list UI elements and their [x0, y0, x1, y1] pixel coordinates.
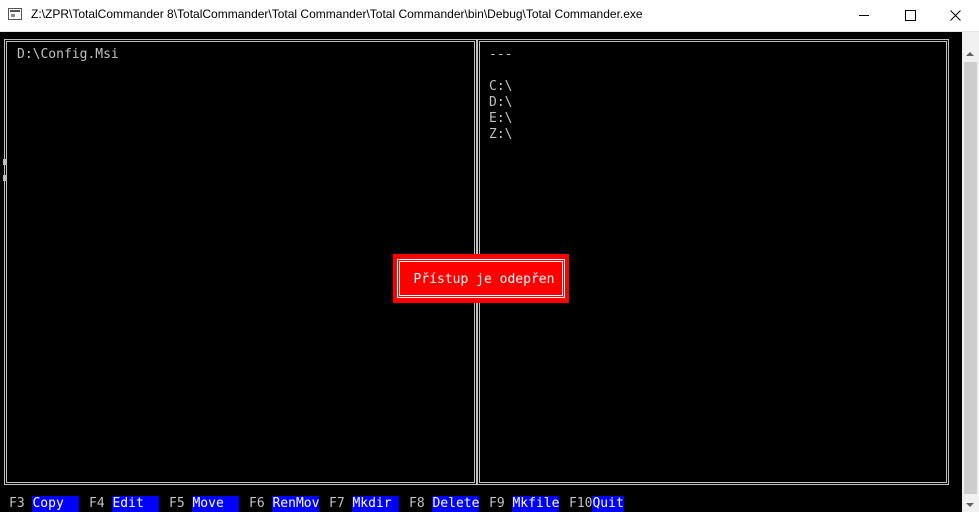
- console-app-icon: [8, 8, 22, 20]
- fkey-number: F8: [409, 496, 425, 511]
- fkey-label-delete[interactable]: Delete: [432, 496, 480, 512]
- fkey-number: F6: [249, 496, 265, 511]
- fkey-number: F9: [489, 496, 505, 511]
- drive-item-e[interactable]: E:\: [489, 111, 512, 127]
- fkey-f10[interactable]: F10Quit: [569, 496, 624, 512]
- scroll-down-arrow-icon[interactable]: [966, 503, 974, 507]
- scrollbar-thumb[interactable]: [964, 62, 977, 494]
- scroll-up-arrow-icon[interactable]: [966, 52, 974, 56]
- drive-item-c[interactable]: C:\: [489, 79, 512, 95]
- left-panel-marker: [3, 175, 6, 181]
- vertical-scrollbar[interactable]: [962, 32, 979, 512]
- minimize-button[interactable]: [841, 0, 887, 31]
- maximize-button[interactable]: [887, 0, 933, 31]
- fkey-f8[interactable]: F8 Delete: [409, 496, 480, 512]
- title-bar[interactable]: Z:\ZPR\TotalCommander 8\TotalCommander\T…: [0, 0, 979, 32]
- fkey-number: F10: [569, 496, 593, 511]
- left-panel-marker: [3, 159, 6, 165]
- error-dialog: Přístup je odepřen: [393, 254, 569, 303]
- console-area[interactable]: D:\Config.Msi --- C:\ D:\ E:\ Z:\ Přístu…: [0, 32, 962, 512]
- fkey-number: F4: [89, 496, 105, 511]
- fkey-label-copy[interactable]: Copy: [32, 496, 80, 512]
- drive-item-d[interactable]: D:\: [489, 95, 512, 111]
- fkey-label-move[interactable]: Move: [192, 496, 240, 512]
- fkey-f6[interactable]: F6 RenMov: [249, 496, 320, 512]
- close-icon: [950, 10, 961, 21]
- error-dialog-frame: Přístup je odepřen: [397, 259, 565, 298]
- fkey-number: F3: [9, 496, 25, 511]
- close-button[interactable]: [933, 0, 979, 31]
- fkey-f7[interactable]: F7 Mkdir: [329, 496, 400, 512]
- error-message: Přístup je odepřen: [413, 272, 555, 287]
- window-title: Z:\ZPR\TotalCommander 8\TotalCommander\T…: [31, 7, 643, 21]
- fkey-f5[interactable]: F5 Move: [169, 496, 240, 512]
- right-panel-header: ---: [489, 47, 513, 62]
- left-panel-path[interactable]: D:\Config.Msi: [17, 47, 119, 63]
- fkey-label-mkdir[interactable]: Mkdir: [352, 496, 400, 512]
- fkey-label-renmov[interactable]: RenMov: [272, 496, 320, 512]
- fkey-f9[interactable]: F9 Mkfile: [489, 496, 560, 512]
- fkey-number: F5: [169, 496, 185, 511]
- drive-item-z[interactable]: Z:\: [489, 127, 512, 143]
- fkey-label-edit[interactable]: Edit: [112, 496, 160, 512]
- fkey-f4[interactable]: F4 Edit: [89, 496, 160, 512]
- fkey-label-quit[interactable]: Quit: [592, 496, 624, 512]
- fkey-number: F7: [329, 496, 345, 511]
- fkey-label-mkfile[interactable]: Mkfile: [512, 496, 560, 512]
- fkey-f3[interactable]: F3 Copy: [9, 496, 80, 512]
